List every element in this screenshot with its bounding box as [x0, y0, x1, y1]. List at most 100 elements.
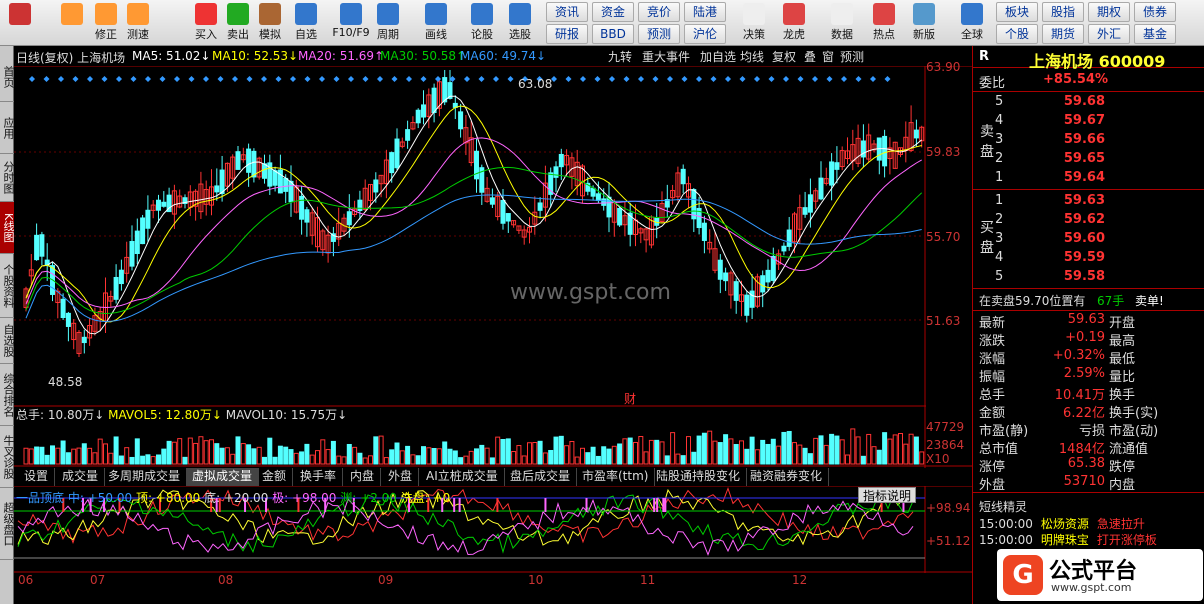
toolbar-button-2[interactable]: 修正: [90, 2, 122, 44]
volume-total: 总手: 10.80万↓: [16, 408, 105, 422]
toolbar-button-4[interactable]: 买入: [190, 2, 222, 44]
chart-button-7[interactable]: 预测: [840, 48, 864, 64]
toolbar-mid-button-1[interactable]: 龙虎: [776, 2, 812, 44]
chart-button-3[interactable]: 均线: [740, 48, 764, 64]
toolbar-mid-button-2[interactable]: 数据: [824, 2, 860, 44]
indicator-tab-10[interactable]: 市盈率(ttm): [576, 468, 656, 486]
sell-level: 2 59.65: [973, 151, 1204, 169]
grid1-0-0[interactable]: 资讯: [546, 2, 588, 22]
toolbar-button-5[interactable]: 卖出: [222, 2, 254, 44]
indicator-tab-1[interactable]: 成交量: [56, 468, 106, 486]
indicator-help-button[interactable]: 指标说明: [858, 487, 916, 503]
grid-icon: [9, 3, 31, 25]
indicator-tab-5[interactable]: 换手率: [294, 468, 344, 486]
indicator-tab-4[interactable]: 金额: [256, 468, 294, 486]
volume-bar: [495, 436, 501, 465]
ma-line-4: [25, 194, 922, 323]
price-axis-2: 59.83: [926, 145, 961, 159]
volume-bar: [717, 442, 723, 465]
chart-button-6[interactable]: 窗: [822, 48, 834, 64]
grid1-1-0[interactable]: 研报: [546, 24, 588, 44]
volume-bar: [161, 448, 167, 465]
toolbar-button-12[interactable]: 选股: [504, 2, 536, 44]
indicator-tab-2[interactable]: 多周期成交量: [102, 468, 188, 486]
indicator-tab-8[interactable]: AI立桩成交量: [420, 468, 505, 486]
chart-button-5[interactable]: 叠: [804, 48, 816, 64]
indicator-tab-3[interactable]: 虚拟成交量: [186, 468, 260, 486]
event-diamond: [261, 76, 267, 82]
toolbar-button-10[interactable]: 画线: [420, 2, 452, 44]
toolbar-button-6[interactable]: 模拟: [254, 2, 286, 44]
candle-body: [60, 298, 66, 319]
chart-button-4[interactable]: 复权: [772, 48, 796, 64]
left-tab-5[interactable]: 自选股: [0, 318, 15, 364]
chart-button-2[interactable]: 加自选: [700, 48, 736, 64]
sell-icon: [227, 3, 249, 25]
volume-bar: [362, 457, 368, 465]
toolbar-mid-button-0[interactable]: 决策: [736, 2, 772, 44]
grid2-1-0[interactable]: 个股: [996, 24, 1038, 44]
grid2-0-1[interactable]: 股指: [1042, 2, 1084, 22]
event-diamond: [275, 76, 282, 82]
volume-bar: [701, 432, 707, 465]
sprite-row[interactable]: 15:00:00 松炀资源 急速拉升: [979, 515, 1145, 532]
grid1-0-3[interactable]: 陆港: [684, 2, 726, 22]
chart-button-1[interactable]: 重大事件: [642, 48, 690, 64]
toolbar-mid-button-3[interactable]: 热点: [866, 2, 902, 44]
sprite-stock: 松炀资源: [1040, 517, 1089, 531]
left-tab-8[interactable]: 超级盘口: [0, 488, 15, 560]
volume-bar: [611, 445, 617, 465]
grid2-0-2[interactable]: 期权: [1088, 2, 1130, 22]
indicator-tab-12[interactable]: 融资融券变化: [744, 468, 830, 486]
toolbar-button-9[interactable]: 周期: [372, 2, 404, 44]
volume-bar: [739, 440, 744, 465]
grid1-1-1[interactable]: BBD: [592, 24, 634, 44]
toolbar-mid-button-4[interactable]: 新版: [906, 2, 942, 44]
indicator-tab-7[interactable]: 外盘: [382, 468, 420, 486]
left-tab-7[interactable]: 牛叉诊股: [0, 426, 15, 488]
left-tab-3[interactable]: K线图: [0, 202, 15, 254]
financial-marker[interactable]: 财: [624, 390, 636, 407]
volume-bar: [34, 446, 40, 465]
event-diamond: [145, 76, 151, 82]
grid1-1-3[interactable]: 沪伦: [684, 24, 726, 44]
grid1-0-2[interactable]: 竞价: [638, 2, 680, 22]
left-tab-2[interactable]: 分时图: [0, 154, 15, 202]
volume-bar: [346, 443, 352, 465]
left-tab-0[interactable]: 首页: [0, 52, 15, 102]
left-tab-4[interactable]: 个股资料: [0, 254, 15, 318]
grid1-1-2[interactable]: 预测: [638, 24, 680, 44]
grid2-1-3[interactable]: 基金: [1134, 24, 1176, 44]
event-diamond: [188, 76, 195, 82]
grid2-1-1[interactable]: 期货: [1042, 24, 1084, 44]
toolbar-mid-button-5[interactable]: 全球: [954, 2, 990, 44]
weibi-row: 委比 +85.54%: [973, 72, 1204, 91]
indicator-tab-9[interactable]: 盘后成交量: [504, 468, 578, 486]
volume-bar: [537, 440, 543, 465]
toolbar-button-7[interactable]: 自选: [290, 2, 322, 44]
grid1-0-1[interactable]: 资金: [592, 2, 634, 22]
toolbar-button-1[interactable]: [56, 2, 88, 44]
candle-body: [601, 198, 607, 206]
toolbar-label: 热点: [873, 28, 895, 41]
vol-axis-3: X10: [926, 452, 950, 466]
sprite-event: 急速拉升: [1096, 517, 1145, 531]
toolbar-button-0[interactable]: [4, 2, 36, 44]
left-tab-6[interactable]: 综合排名: [0, 364, 15, 426]
toolbar-button-11[interactable]: 论股: [466, 2, 498, 44]
left-tab-1[interactable]: 应用: [0, 102, 15, 154]
f10-icon: [340, 3, 362, 25]
grid2-0-3[interactable]: 债券: [1134, 2, 1176, 22]
indicator-tab-6[interactable]: 内盘: [344, 468, 382, 486]
volume-bar: [118, 455, 124, 465]
grid2-1-2[interactable]: 外汇: [1088, 24, 1130, 44]
toolbar-button-3[interactable]: 测速: [122, 2, 154, 44]
volume-bar: [458, 457, 464, 465]
chart-button-0[interactable]: 九转: [608, 48, 632, 64]
volume-bar: [262, 456, 267, 465]
indicator-tab-11[interactable]: 陆股通持股变化: [650, 468, 748, 486]
sprite-row[interactable]: 15:00:00 明牌珠宝 打开涨停板: [979, 531, 1157, 548]
indicator-tab-0[interactable]: 设置: [18, 468, 56, 486]
grid2-0-0[interactable]: 板块: [996, 2, 1038, 22]
toolbar-button-8[interactable]: F10/F9: [330, 2, 372, 44]
